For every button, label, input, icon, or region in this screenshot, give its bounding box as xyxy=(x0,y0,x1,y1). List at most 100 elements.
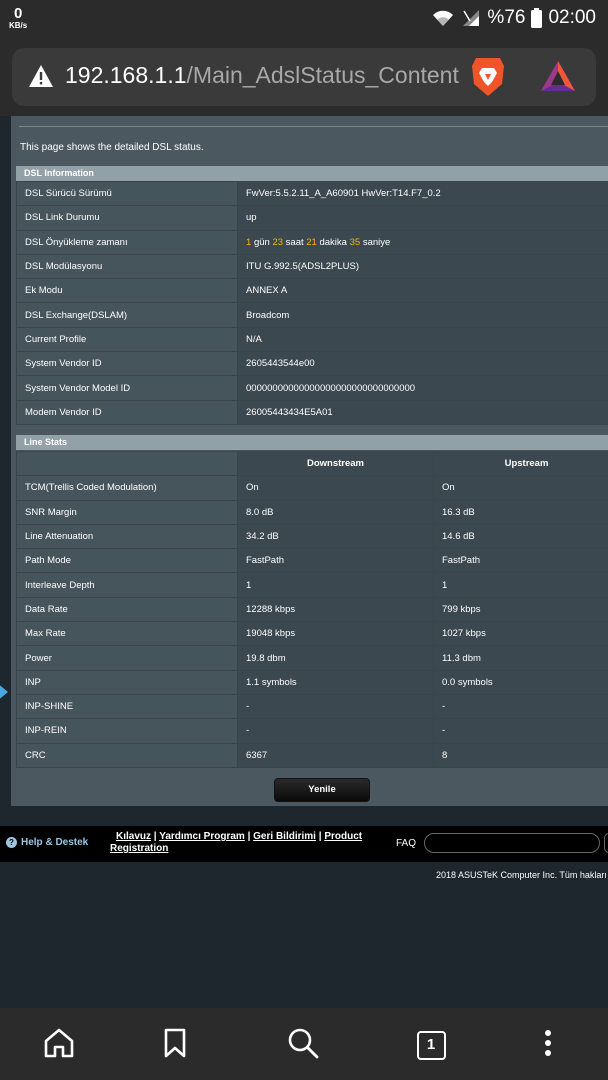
uptime-seconds: 35 xyxy=(349,236,361,248)
brave-rewards-icon[interactable] xyxy=(540,60,576,97)
row-label: Power xyxy=(16,645,238,671)
downstream-value: 19048 kbps xyxy=(237,621,434,647)
utility-link[interactable]: Yardımcı Program xyxy=(159,831,245,842)
downstream-value: 34.2 dB xyxy=(237,523,434,550)
row-label: Max Rate xyxy=(16,621,238,647)
battery-icon xyxy=(531,8,543,28)
url-text[interactable]: 192.168.1.1/Main_AdslStatus_Content xyxy=(65,62,465,89)
wifi-icon xyxy=(431,8,455,28)
browser-toolbar: 192.168.1.1/Main_AdslStatus_Content xyxy=(0,36,608,116)
row-label: DSL Exchange(DSLAM) xyxy=(16,302,238,328)
bookmarks-button[interactable] xyxy=(157,1028,193,1062)
row-label: System Vendor ID xyxy=(16,351,238,377)
brave-shields-icon[interactable] xyxy=(470,56,506,103)
upstream-value: On xyxy=(433,475,608,501)
downstream-value: 1 xyxy=(237,572,434,598)
upstream-value: 11.3 dbm xyxy=(433,645,608,671)
downstream-value: 1.1 symbols xyxy=(237,669,434,695)
table-row: DSL Exchange(DSLAM) Broadcom xyxy=(16,302,608,328)
downstream-value: 12288 kbps xyxy=(237,596,434,623)
downstream-header: Downstream xyxy=(237,450,434,477)
help-label: Help & Destek xyxy=(21,837,89,848)
table-row: Path Mode FastPath FastPath xyxy=(16,548,608,574)
row-label: INP xyxy=(16,669,238,695)
table-row: INP 1.1 symbols 0.0 symbols xyxy=(16,669,608,695)
dsl-info-table: DSL Sürücü Sürümü FwVer:5.5.2.11_A_A60901… xyxy=(16,180,608,425)
row-value: N/A xyxy=(237,326,608,353)
row-label: INP-REIN xyxy=(16,718,238,744)
tabs-button[interactable]: 1 xyxy=(413,1028,449,1062)
uptime-minutes: 21 xyxy=(306,236,317,248)
bookmark-icon xyxy=(163,1028,187,1063)
upstream-value: 14.6 dB xyxy=(433,523,608,550)
uptime-value: 1 gün 23 saat 21 dakika 35 saniye xyxy=(237,229,608,255)
menu-button[interactable] xyxy=(530,1028,566,1062)
side-expand-arrow-icon[interactable] xyxy=(0,682,8,702)
row-label: Current Profile xyxy=(16,326,238,353)
row-label: DSL Modülasyonu xyxy=(16,253,238,280)
network-speed-unit: KB/s xyxy=(9,21,28,30)
table-row: DSL Modülasyonu ITU G.992.5(ADSL2PLUS) xyxy=(16,253,608,280)
copyright-text: 2018 ASUSTeK Computer Inc. Tüm hakları s… xyxy=(436,870,608,880)
dsl-info-header: DSL Information xyxy=(16,166,608,181)
table-row: INP-SHINE - - xyxy=(16,693,608,720)
row-value: 2605443544e00 xyxy=(237,351,608,377)
table-row: DSL Önyükleme zamanı 1 gün 23 saat 21 dak… xyxy=(16,229,608,255)
search-button[interactable] xyxy=(285,1028,321,1062)
url-path: /Main_AdslStatus_Content xyxy=(186,62,459,88)
line-stats-table: Downstream Upstream TCM(Trellis Coded Mo… xyxy=(16,450,608,768)
row-value: up xyxy=(237,205,608,231)
table-row: Data Rate 12288 kbps 799 kbps xyxy=(16,596,608,623)
downstream-value: On xyxy=(237,475,434,501)
home-button[interactable] xyxy=(41,1028,77,1062)
faq-search-input[interactable] xyxy=(424,833,600,853)
table-row: System Vendor Model ID 000000000000000000… xyxy=(16,375,608,401)
help-icon: ? xyxy=(6,837,17,848)
downstream-value: FastPath xyxy=(237,548,434,574)
row-label: INP-SHINE xyxy=(16,693,238,720)
uptime-hours: 23 xyxy=(272,236,284,248)
row-value: FwVer:5.5.2.11_A_A60901 HwVer:T14.F7_0.2 xyxy=(237,180,608,207)
faq-search-button[interactable] xyxy=(604,833,608,853)
downstream-value: - xyxy=(237,693,434,720)
row-label: CRC xyxy=(16,742,238,768)
footer-links: Kılavuz | Yardımcı Program | Geri Bildir… xyxy=(110,831,363,854)
table-row: CRC 6367 8 xyxy=(16,742,608,768)
table-row: System Vendor ID 2605443544e00 xyxy=(16,351,608,377)
upstream-value: 8 xyxy=(433,742,608,768)
downstream-value: 6367 xyxy=(237,742,434,768)
row-label: System Vendor Model ID xyxy=(16,375,238,401)
faq-label: FAQ xyxy=(396,838,417,849)
empty-header-cell xyxy=(16,450,238,477)
page-footer: ? Help & Destek Kılavuz | Yardımcı Progr… xyxy=(0,826,608,862)
row-value: ANNEX A xyxy=(237,278,608,304)
upstream-value: - xyxy=(433,718,608,744)
table-row: INP-REIN - - xyxy=(16,718,608,744)
table-row: Power 19.8 dbm 11.3 dbm xyxy=(16,645,608,671)
url-bar[interactable]: 192.168.1.1/Main_AdslStatus_Content xyxy=(12,48,596,106)
manual-link[interactable]: Kılavuz xyxy=(116,831,151,842)
home-icon xyxy=(43,1028,75,1063)
content-panel: This page shows the detailed DSL status.… xyxy=(11,116,608,806)
uptime-days: 1 xyxy=(246,236,252,248)
table-row: SNR Margin 8.0 dB 16.3 dB xyxy=(16,499,608,525)
browser-bottom-nav: 1 xyxy=(0,1008,608,1080)
table-row: Max Rate 19048 kbps 1027 kbps xyxy=(16,621,608,647)
row-value: 26005443434E5A01 xyxy=(237,399,608,425)
table-row: Interleave Depth 1 1 xyxy=(16,572,608,598)
upstream-value: 16.3 dB xyxy=(433,499,608,525)
row-label: DSL Link Durumu xyxy=(16,205,238,231)
row-label: Line Attenuation xyxy=(16,523,238,550)
network-speed-value: 0 xyxy=(13,5,23,22)
network-speed: 0 KB/s xyxy=(9,6,27,30)
feedback-link[interactable]: Geri Bildirimi xyxy=(253,831,316,842)
row-label: Data Rate xyxy=(16,596,238,623)
refresh-button[interactable]: Yenile xyxy=(274,778,370,802)
battery-percent: %76 xyxy=(487,7,526,28)
row-label: DSL Sürücü Sürümü xyxy=(16,180,238,207)
help-support-link[interactable]: ? Help & Destek xyxy=(6,837,88,848)
page-description: This page shows the detailed DSL status. xyxy=(20,142,204,153)
row-label: Ek Modu xyxy=(16,278,238,304)
downstream-value: 19.8 dbm xyxy=(237,645,434,671)
warning-icon[interactable] xyxy=(28,64,54,93)
